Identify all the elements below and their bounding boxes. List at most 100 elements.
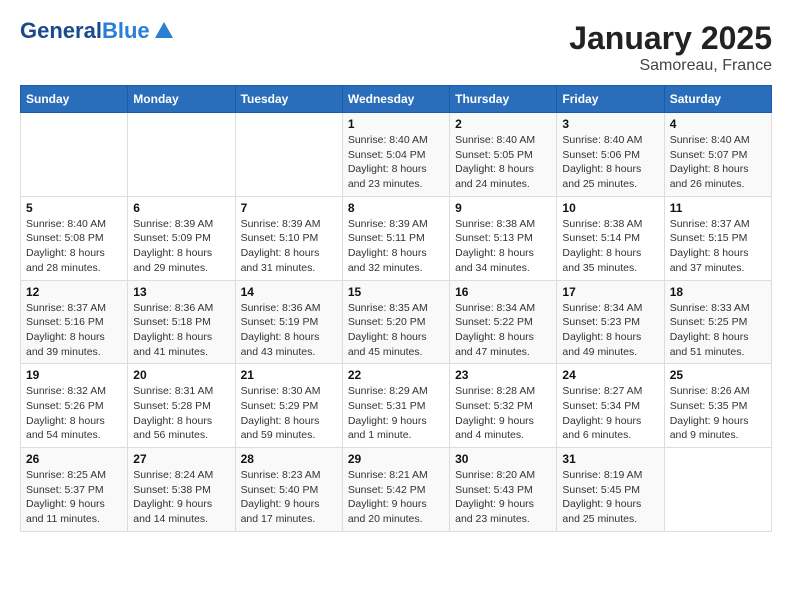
day-cell: 17 Sunrise: 8:34 AM Sunset: 5:23 PM Dayli… <box>557 280 664 364</box>
day-cell: 7 Sunrise: 8:39 AM Sunset: 5:10 PM Daylig… <box>235 196 342 280</box>
day-number: 10 <box>562 201 658 215</box>
day-cell: 21 Sunrise: 8:30 AM Sunset: 5:29 PM Dayli… <box>235 364 342 448</box>
day-number: 14 <box>241 285 337 299</box>
day-number: 8 <box>348 201 444 215</box>
day-info: Sunrise: 8:21 AM Sunset: 5:42 PM Dayligh… <box>348 468 444 527</box>
day-cell: 27Sunrise: 8:24 AM Sunset: 5:38 PM Dayli… <box>128 448 235 532</box>
calendar-header-row: SundayMondayTuesdayWednesdayThursdayFrid… <box>21 86 772 113</box>
logo-icon <box>153 20 175 42</box>
day-number: 23 <box>455 368 551 382</box>
page-title: January 2025 <box>569 20 772 57</box>
day-info: Sunrise: 8:26 AM Sunset: 5:35 PM Dayligh… <box>670 384 766 443</box>
day-number: 22 <box>348 368 444 382</box>
day-cell: 18 Sunrise: 8:33 AM Sunset: 5:25 PM Dayli… <box>664 280 771 364</box>
logo: GeneralBlue <box>20 20 175 42</box>
day-number: 1 <box>348 117 444 131</box>
day-info: Sunrise: 8:24 AM Sunset: 5:38 PM Dayligh… <box>133 468 229 527</box>
day-number: 18 <box>670 285 766 299</box>
day-info: Sunrise: 8:38 AM Sunset: 5:13 PM Dayligh… <box>455 217 551 276</box>
day-cell: 11 Sunrise: 8:37 AM Sunset: 5:15 PM Dayli… <box>664 196 771 280</box>
day-info: Sunrise: 8:23 AM Sunset: 5:40 PM Dayligh… <box>241 468 337 527</box>
day-info: Sunrise: 8:34 AM Sunset: 5:22 PM Dayligh… <box>455 301 551 360</box>
day-cell: 22 Sunrise: 8:29 AM Sunset: 5:31 PM Dayli… <box>342 364 449 448</box>
day-info: Sunrise: 8:40 AM Sunset: 5:08 PM Dayligh… <box>26 217 122 276</box>
day-cell: 20Sunrise: 8:31 AM Sunset: 5:28 PM Dayli… <box>128 364 235 448</box>
day-cell: 5 Sunrise: 8:40 AM Sunset: 5:08 PM Daylig… <box>21 196 128 280</box>
header-saturday: Saturday <box>664 86 771 113</box>
day-number: 15 <box>348 285 444 299</box>
day-number: 12 <box>26 285 122 299</box>
day-number: 26 <box>26 452 122 466</box>
day-number: 16 <box>455 285 551 299</box>
day-number: 4 <box>670 117 766 131</box>
day-cell: 29Sunrise: 8:21 AM Sunset: 5:42 PM Dayli… <box>342 448 449 532</box>
header-thursday: Thursday <box>450 86 557 113</box>
week-row-5: 26 Sunrise: 8:25 AM Sunset: 5:37 PM Dayli… <box>21 448 772 532</box>
day-info: Sunrise: 8:37 AM Sunset: 5:16 PM Dayligh… <box>26 301 122 360</box>
day-cell: 26 Sunrise: 8:25 AM Sunset: 5:37 PM Dayli… <box>21 448 128 532</box>
page-header: GeneralBlue January 2025 Samoreau, Franc… <box>20 20 772 75</box>
day-cell <box>235 113 342 197</box>
day-cell: 6 Sunrise: 8:39 AM Sunset: 5:09 PM Daylig… <box>128 196 235 280</box>
day-number: 19 <box>26 368 122 382</box>
day-info: Sunrise: 8:25 AM Sunset: 5:37 PM Dayligh… <box>26 468 122 527</box>
header-wednesday: Wednesday <box>342 86 449 113</box>
day-cell: 30 Sunrise: 8:20 AM Sunset: 5:43 PM Dayli… <box>450 448 557 532</box>
day-info: Sunrise: 8:33 AM Sunset: 5:25 PM Dayligh… <box>670 301 766 360</box>
day-info: Sunrise: 8:40 AM Sunset: 5:06 PM Dayligh… <box>562 133 658 192</box>
title-block: January 2025 Samoreau, France <box>569 20 772 75</box>
day-info: Sunrise: 8:32 AM Sunset: 5:26 PM Dayligh… <box>26 384 122 443</box>
page-subtitle: Samoreau, France <box>569 57 772 75</box>
day-cell: 28 Sunrise: 8:23 AM Sunset: 5:40 PM Dayli… <box>235 448 342 532</box>
day-info: Sunrise: 8:19 AM Sunset: 5:45 PM Dayligh… <box>562 468 658 527</box>
day-cell: 12 Sunrise: 8:37 AM Sunset: 5:16 PM Dayli… <box>21 280 128 364</box>
header-monday: Monday <box>128 86 235 113</box>
day-info: Sunrise: 8:30 AM Sunset: 5:29 PM Dayligh… <box>241 384 337 443</box>
day-info: Sunrise: 8:27 AM Sunset: 5:34 PM Dayligh… <box>562 384 658 443</box>
day-number: 31 <box>562 452 658 466</box>
day-info: Sunrise: 8:29 AM Sunset: 5:31 PM Dayligh… <box>348 384 444 443</box>
day-cell: 3 Sunrise: 8:40 AM Sunset: 5:06 PM Daylig… <box>557 113 664 197</box>
day-info: Sunrise: 8:39 AM Sunset: 5:09 PM Dayligh… <box>133 217 229 276</box>
logo-blue: Blue <box>102 20 150 42</box>
day-number: 7 <box>241 201 337 215</box>
day-cell: 23 Sunrise: 8:28 AM Sunset: 5:32 PM Dayli… <box>450 364 557 448</box>
week-row-4: 19 Sunrise: 8:32 AM Sunset: 5:26 PM Dayli… <box>21 364 772 448</box>
day-cell <box>21 113 128 197</box>
day-info: Sunrise: 8:36 AM Sunset: 5:19 PM Dayligh… <box>241 301 337 360</box>
day-cell: 31 Sunrise: 8:19 AM Sunset: 5:45 PM Dayli… <box>557 448 664 532</box>
day-cell: 14 Sunrise: 8:36 AM Sunset: 5:19 PM Dayli… <box>235 280 342 364</box>
day-cell: 8Sunrise: 8:39 AM Sunset: 5:11 PM Daylig… <box>342 196 449 280</box>
week-row-3: 12 Sunrise: 8:37 AM Sunset: 5:16 PM Dayli… <box>21 280 772 364</box>
day-info: Sunrise: 8:20 AM Sunset: 5:43 PM Dayligh… <box>455 468 551 527</box>
day-number: 30 <box>455 452 551 466</box>
day-number: 17 <box>562 285 658 299</box>
day-number: 28 <box>241 452 337 466</box>
day-number: 6 <box>133 201 229 215</box>
day-cell: 4Sunrise: 8:40 AM Sunset: 5:07 PM Daylig… <box>664 113 771 197</box>
week-row-2: 5 Sunrise: 8:40 AM Sunset: 5:08 PM Daylig… <box>21 196 772 280</box>
day-number: 5 <box>26 201 122 215</box>
day-info: Sunrise: 8:39 AM Sunset: 5:10 PM Dayligh… <box>241 217 337 276</box>
day-info: Sunrise: 8:40 AM Sunset: 5:04 PM Dayligh… <box>348 133 444 192</box>
day-cell <box>664 448 771 532</box>
day-info: Sunrise: 8:31 AM Sunset: 5:28 PM Dayligh… <box>133 384 229 443</box>
day-number: 21 <box>241 368 337 382</box>
day-info: Sunrise: 8:34 AM Sunset: 5:23 PM Dayligh… <box>562 301 658 360</box>
day-cell: 24Sunrise: 8:27 AM Sunset: 5:34 PM Dayli… <box>557 364 664 448</box>
day-cell: 19 Sunrise: 8:32 AM Sunset: 5:26 PM Dayli… <box>21 364 128 448</box>
day-cell <box>128 113 235 197</box>
day-info: Sunrise: 8:37 AM Sunset: 5:15 PM Dayligh… <box>670 217 766 276</box>
day-info: Sunrise: 8:28 AM Sunset: 5:32 PM Dayligh… <box>455 384 551 443</box>
day-info: Sunrise: 8:36 AM Sunset: 5:18 PM Dayligh… <box>133 301 229 360</box>
day-info: Sunrise: 8:38 AM Sunset: 5:14 PM Dayligh… <box>562 217 658 276</box>
day-number: 11 <box>670 201 766 215</box>
week-row-1: 1 Sunrise: 8:40 AM Sunset: 5:04 PM Daylig… <box>21 113 772 197</box>
day-number: 9 <box>455 201 551 215</box>
logo-text: GeneralBlue <box>20 20 175 42</box>
day-number: 3 <box>562 117 658 131</box>
header-friday: Friday <box>557 86 664 113</box>
day-info: Sunrise: 8:35 AM Sunset: 5:20 PM Dayligh… <box>348 301 444 360</box>
day-info: Sunrise: 8:40 AM Sunset: 5:05 PM Dayligh… <box>455 133 551 192</box>
day-cell: 25Sunrise: 8:26 AM Sunset: 5:35 PM Dayli… <box>664 364 771 448</box>
